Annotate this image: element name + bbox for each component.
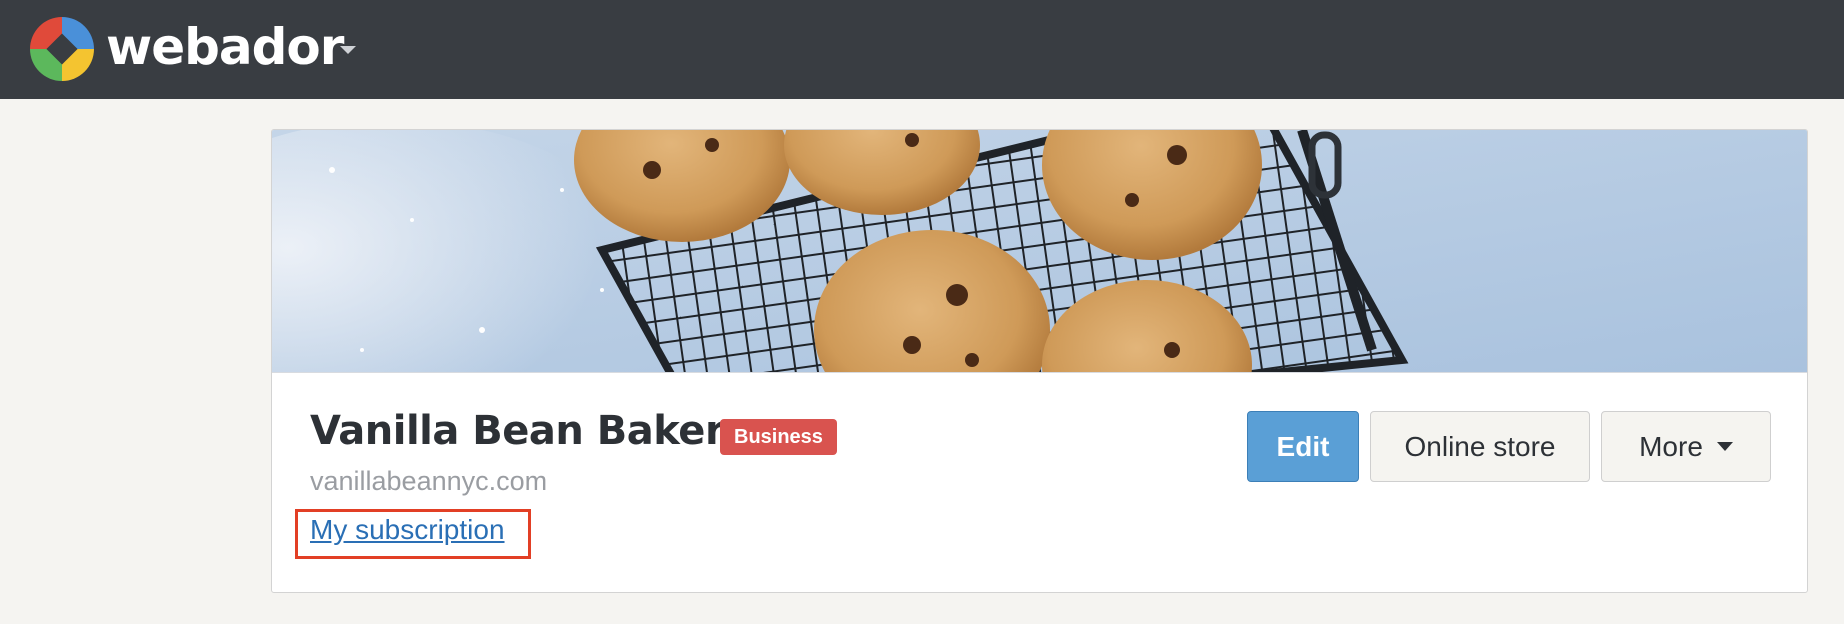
website-card: Vanilla Bean Bakery Business vanillabean… — [271, 129, 1808, 593]
caret-down-icon — [1716, 442, 1733, 451]
webador-logo-icon[interactable] — [30, 17, 94, 81]
brand-dropdown-caret-icon[interactable] — [340, 46, 356, 54]
site-banner-image — [272, 130, 1807, 373]
online-store-button-label: Online store — [1404, 430, 1556, 462]
site-title: Vanilla Bean Bakery — [310, 408, 750, 454]
more-dropdown-button[interactable]: More — [1601, 411, 1771, 482]
online-store-button[interactable]: Online store — [1370, 411, 1590, 482]
more-button-label: More — [1639, 430, 1703, 462]
edit-button-label: Edit — [1276, 430, 1330, 462]
my-subscription-link[interactable]: My subscription — [310, 514, 505, 546]
site-domain: vanillabeannyc.com — [310, 466, 548, 496]
plan-badge: Business — [720, 419, 837, 455]
top-navigation-bar: webador — [0, 0, 1844, 99]
edit-button[interactable]: Edit — [1247, 411, 1359, 482]
brand-name[interactable]: webador — [106, 14, 344, 80]
